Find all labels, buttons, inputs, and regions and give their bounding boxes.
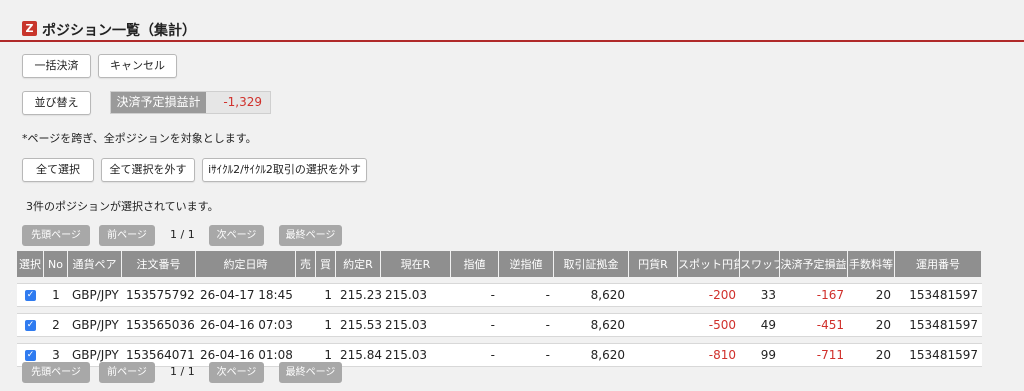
page-info-bottom: 1 / 1: [170, 365, 195, 378]
table-row[interactable]: ✓ 2 GBP/JPY 153565036 26-04-16 07:03 1 2…: [17, 313, 982, 337]
row-current-rate: 215.03: [381, 343, 451, 367]
row-exec-rate: 215.84: [336, 343, 382, 367]
last-page-button[interactable]: 最終ページ: [279, 225, 342, 246]
col-swap: スワップ: [740, 251, 780, 277]
row-yen-rate: [629, 313, 678, 337]
row-pl: -711: [780, 343, 848, 367]
row-fee: 20: [848, 313, 895, 337]
row-fee: 20: [848, 283, 895, 307]
prev-page-button-bottom[interactable]: 前ページ: [99, 362, 155, 383]
row-pl: -167: [780, 283, 848, 307]
row-datetime: 26-04-16 07:03: [196, 313, 296, 337]
col-exec-rate: 約定R: [336, 251, 381, 277]
page-title: ポジション一覧（集計）: [42, 23, 196, 39]
col-pl: 決済予定損益: [780, 251, 848, 277]
row-buy: 1: [316, 313, 336, 337]
row-no: 1: [44, 283, 68, 307]
deselect-cycle-button[interactable]: iｻｲｸﾙ2/ｻｲｸﾙ2取引の選択を外す: [202, 158, 367, 182]
col-yen-rate: 円貨R: [629, 251, 678, 277]
row-no: 2: [44, 313, 68, 337]
next-page-button[interactable]: 次ページ: [209, 225, 264, 246]
cancel-button[interactable]: キャンセル: [98, 54, 177, 78]
row-sell: [296, 313, 316, 337]
first-page-button-bottom[interactable]: 先頭ページ: [22, 362, 90, 383]
row-order: 153575792: [122, 283, 196, 307]
col-select: 選択: [17, 251, 44, 277]
col-current-rate: 現在R: [381, 251, 451, 277]
row-datetime: 26-04-17 18:45: [196, 283, 296, 307]
col-stop: 逆指値: [499, 251, 554, 277]
row-pair: GBP/JPY: [68, 313, 122, 337]
row-exec-rate: 215.53: [336, 313, 382, 337]
row-checkbox[interactable]: ✓: [25, 290, 36, 301]
row-margin: 8,620: [554, 283, 629, 307]
next-page-button-bottom[interactable]: 次ページ: [209, 362, 264, 383]
row-checkbox[interactable]: ✓: [25, 320, 36, 331]
row-limit: -: [451, 283, 499, 307]
row-stop: -: [499, 343, 554, 367]
col-fee: 手数料等: [848, 251, 895, 277]
row-sell: [296, 283, 316, 307]
col-sell: 売: [296, 251, 316, 277]
row-order: 153565036: [122, 313, 196, 337]
row-margin: 8,620: [554, 313, 629, 337]
scope-note: *ページを跨ぎ、全ポジションを対象とします。: [22, 132, 257, 145]
col-spot-yen: スポット円貨: [678, 251, 740, 277]
row-limit: -: [451, 343, 499, 367]
title-bar: Z ポジション一覧（集計）: [0, 18, 1024, 42]
last-page-button-bottom[interactable]: 最終ページ: [279, 362, 342, 383]
row-op-no: 153481597: [895, 283, 982, 307]
total-pl-label: 決済予定損益計: [111, 92, 206, 113]
row-op-no: 153481597: [895, 313, 982, 337]
sort-button[interactable]: 並び替え: [22, 91, 91, 115]
app-logo-icon: Z: [22, 21, 37, 36]
row-exec-rate: 215.23: [336, 283, 382, 307]
col-order: 注文番号: [122, 251, 196, 277]
select-all-button[interactable]: 全て選択: [22, 158, 94, 182]
row-swap: 99: [740, 343, 780, 367]
row-op-no: 153481597: [895, 343, 982, 367]
total-pl-value: -1,329: [223, 95, 262, 109]
row-yen-rate: [629, 343, 678, 367]
col-no: No: [44, 251, 68, 277]
row-yen-rate: [629, 283, 678, 307]
row-stop: -: [499, 313, 554, 337]
row-current-rate: 215.03: [381, 313, 451, 337]
row-stop: -: [499, 283, 554, 307]
table-header-row: 選択 No 通貨ペア 注文番号 約定日時 売 買 約定R 現在R 指値 逆指値 …: [17, 251, 982, 277]
row-spot-yen: -810: [678, 343, 740, 367]
row-swap: 49: [740, 313, 780, 337]
row-buy: 1: [316, 283, 336, 307]
col-margin: 取引証拠金: [554, 251, 629, 277]
total-pl-display: 決済予定損益計 -1,329: [110, 91, 271, 114]
row-current-rate: 215.03: [381, 283, 451, 307]
prev-page-button[interactable]: 前ページ: [99, 225, 155, 246]
col-limit: 指値: [451, 251, 499, 277]
row-spot-yen: -200: [678, 283, 740, 307]
col-pair: 通貨ペア: [68, 251, 122, 277]
page-info: 1 / 1: [170, 228, 195, 241]
deselect-all-button[interactable]: 全て選択を外す: [101, 158, 195, 182]
selection-count-text: 3件のポジションが選択されています。: [26, 200, 219, 213]
row-checkbox[interactable]: ✓: [25, 350, 36, 361]
row-swap: 33: [740, 283, 780, 307]
col-op-no: 運用番号: [895, 251, 982, 277]
row-pl: -451: [780, 313, 848, 337]
col-buy: 買: [316, 251, 336, 277]
first-page-button[interactable]: 先頭ページ: [22, 225, 90, 246]
positions-table: 選択 No 通貨ペア 注文番号 約定日時 売 買 約定R 現在R 指値 逆指値 …: [17, 251, 982, 367]
table-row[interactable]: ✓ 1 GBP/JPY 153575792 26-04-17 18:45 1 2…: [17, 283, 982, 307]
row-margin: 8,620: [554, 343, 629, 367]
table-row[interactable]: ✓ 3 GBP/JPY 153564071 26-04-16 01:08 1 2…: [17, 343, 982, 367]
row-pair: GBP/JPY: [68, 283, 122, 307]
row-fee: 20: [848, 343, 895, 367]
row-spot-yen: -500: [678, 313, 740, 337]
row-limit: -: [451, 313, 499, 337]
bulk-settle-button[interactable]: 一括決済: [22, 54, 91, 78]
col-datetime: 約定日時: [196, 251, 296, 277]
